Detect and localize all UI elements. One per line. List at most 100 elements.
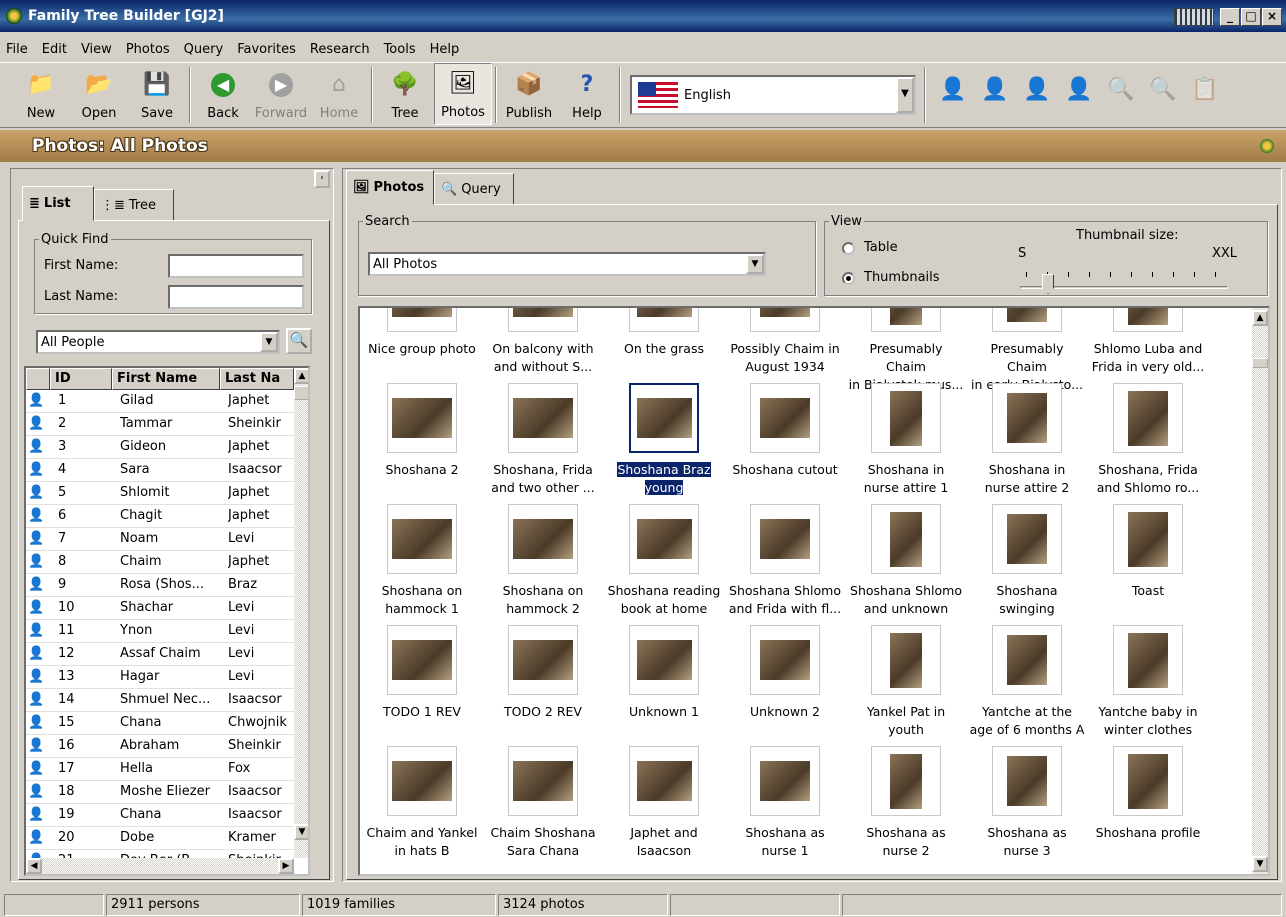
search-person-2-button[interactable]: 🔍 [1145,69,1181,109]
table-row[interactable]: 👤 1 Gilad Japhet [26,390,294,413]
table-row[interactable]: 👤 20 Dobe Kramer [26,827,294,850]
new-button[interactable]: 📁 New [12,63,70,125]
photos-button[interactable]: 🖼 Photos [434,63,492,125]
photo-thumbnail[interactable]: Yantche baby in winter clothes [1088,625,1208,739]
photo-thumbnail[interactable]: Possibly Chaim in August 1934 [725,308,845,376]
people-filter-select[interactable]: All People ▼ [36,330,280,354]
menu-photos[interactable]: Photos [126,42,170,57]
table-row[interactable]: 👤 5 Shlomit Japhet [26,482,294,505]
photo-thumbnail[interactable]: On balcony with and without S... [483,308,603,376]
photo-thumbnail[interactable]: Shoshana Shlomo and unknown [846,504,966,618]
table-row[interactable]: 👤 4 Sara Isaacsor [26,459,294,482]
photo-thumbnail[interactable]: Shlomo Luba and Frida in very old... [1088,308,1208,376]
photo-thumbnail[interactable]: Toast [1088,504,1208,600]
menu-favorites[interactable]: Favorites [237,42,296,57]
photo-thumbnail[interactable]: Presumably Chaimin Bialystok mus... [846,308,966,394]
photo-thumbnail[interactable]: Yantche at the age of 6 months A [967,625,1087,739]
search-people-button[interactable]: 🔍 [286,328,312,354]
photo-thumbnail[interactable]: Shoshana on hammock 2 [483,504,603,618]
menu-edit[interactable]: Edit [42,42,67,57]
table-view-label[interactable]: Table [864,240,898,255]
table-row[interactable]: 👤 10 Shachar Levi [26,597,294,620]
tab-tree[interactable]: ⋮≣ Tree [94,189,174,221]
photo-thumbnail[interactable]: Shoshana in nurse attire 2 [967,383,1087,497]
scroll-right-button[interactable]: ▶ [278,858,294,874]
maximize-button[interactable]: □ [1241,8,1261,26]
first-name-input[interactable] [168,254,304,278]
menu-tools[interactable]: Tools [384,42,416,57]
photo-thumbnail[interactable]: Shoshana as nurse 1 [725,746,845,860]
scroll-down-button[interactable]: ▼ [294,824,308,840]
table-row[interactable]: 👤 15 Chana Chwojnik [26,712,294,735]
table-view-radio[interactable] [842,242,855,255]
photo-thumbnail[interactable]: TODO 2 REV [483,625,603,721]
close-button[interactable]: × [1262,8,1282,26]
first-name-column-header[interactable]: First Name [112,368,220,390]
photo-thumbnail[interactable]: Shoshana as nurse 3 [967,746,1087,860]
tree-button[interactable]: 🌳 Tree [376,63,434,125]
table-vertical-scrollbar[interactable] [294,368,308,858]
table-row[interactable]: 👤 3 Gideon Japhet [26,436,294,459]
photo-thumbnail[interactable]: Shoshana 2 [362,383,482,479]
scroll-up-button[interactable]: ▲ [294,368,308,384]
person-photo-button[interactable]: 👤 [977,69,1013,109]
back-button[interactable]: ◀ Back [194,63,252,125]
photo-thumbnail[interactable]: Nice group photo [362,308,482,358]
id-column-header[interactable]: ID [50,368,112,390]
scroll-thumb[interactable] [294,386,308,400]
table-row[interactable]: 👤 17 Hella Fox [26,758,294,781]
help-button[interactable]: ? Help [558,63,616,125]
table-row[interactable]: 👤 14 Shmuel Nec... Isaacsor [26,689,294,712]
keyboard-icon[interactable] [1174,8,1214,26]
photo-thumbnail[interactable]: Shoshana in nurse attire 1 [846,383,966,497]
photo-thumbnail[interactable]: Shoshana reading book at home [604,504,724,618]
collapse-panel-button[interactable]: ‹ [314,170,330,188]
table-row[interactable]: 👤 9 Rosa (Shos... Braz [26,574,294,597]
table-row[interactable]: 👤 11 Ynon Levi [26,620,294,643]
photo-thumbnail[interactable]: Shoshana profile [1088,746,1208,842]
edit-person-button[interactable]: 👤 [1019,69,1055,109]
photo-thumbnail[interactable]: Yankel Pat in youth [846,625,966,739]
table-row[interactable]: 👤 7 Noam Levi [26,528,294,551]
person-list-button[interactable]: 📋 [1187,69,1223,109]
thumbs-scroll-up-button[interactable]: ▲ [1252,310,1268,326]
save-button[interactable]: 💾 Save [128,63,186,125]
delete-person-button[interactable]: 👤 [1061,69,1097,109]
menu-view[interactable]: View [81,42,112,57]
photo-thumbnail[interactable]: Unknown 1 [604,625,724,721]
table-row[interactable]: 👤 16 Abraham Sheinkir [26,735,294,758]
thumbs-scroll-thumb[interactable] [1252,358,1268,368]
thumbnails-scrollbar[interactable] [1252,308,1268,874]
picture-column-header[interactable] [26,368,50,390]
thumbnails-view-radio[interactable] [842,272,855,285]
language-select[interactable]: English ▼ [630,75,916,115]
photo-thumbnail[interactable]: Shoshana on hammock 1 [362,504,482,618]
last-name-column-header[interactable]: Last Na [220,368,294,390]
photo-thumbnail[interactable]: Presumably Chaimin early Bialysto... [967,308,1087,394]
photo-thumbnail[interactable]: Shoshana Shlomo and Frida with fl... [725,504,845,618]
photo-thumbnail[interactable]: Shoshana Braz young [604,383,724,497]
chevron-down-icon[interactable]: ▼ [260,332,278,352]
photo-thumbnail[interactable]: Shoshana as nurse 2 [846,746,966,860]
search-person-button[interactable]: 🔍 [1103,69,1139,109]
tab-list[interactable]: ≣ List [22,186,94,221]
photo-thumbnail[interactable]: Shoshana, Frida and Shlomo ro... [1088,383,1208,497]
table-horizontal-scrollbar[interactable] [26,858,294,874]
table-row[interactable]: 👤 19 Chana Isaacsor [26,804,294,827]
chevron-down-icon[interactable]: ▼ [746,254,764,274]
thumbnails-view-label[interactable]: Thumbnails [864,270,940,285]
photo-thumbnail[interactable]: Shoshana swinging [967,504,1087,618]
table-row[interactable]: 👤 12 Assaf Chaim Levi [26,643,294,666]
table-row[interactable]: 👤 2 Tammar Sheinkir [26,413,294,436]
publish-button[interactable]: 📦 Publish [500,63,558,125]
tab-photos[interactable]: 🖼 Photos [346,170,434,205]
photo-thumbnail[interactable]: Unknown 2 [725,625,845,721]
last-name-input[interactable] [168,285,304,309]
photo-thumbnail[interactable]: Chaim Shoshana Sara Chana [483,746,603,860]
add-person-button[interactable]: 👤 [935,69,971,109]
home-button[interactable]: ⌂ Home [310,63,368,125]
menu-help[interactable]: Help [430,42,460,57]
thumbs-scroll-down-button[interactable]: ▼ [1252,856,1268,872]
photo-thumbnail[interactable]: Shoshana, Frida and two other ... [483,383,603,497]
menu-query[interactable]: Query [184,42,224,57]
